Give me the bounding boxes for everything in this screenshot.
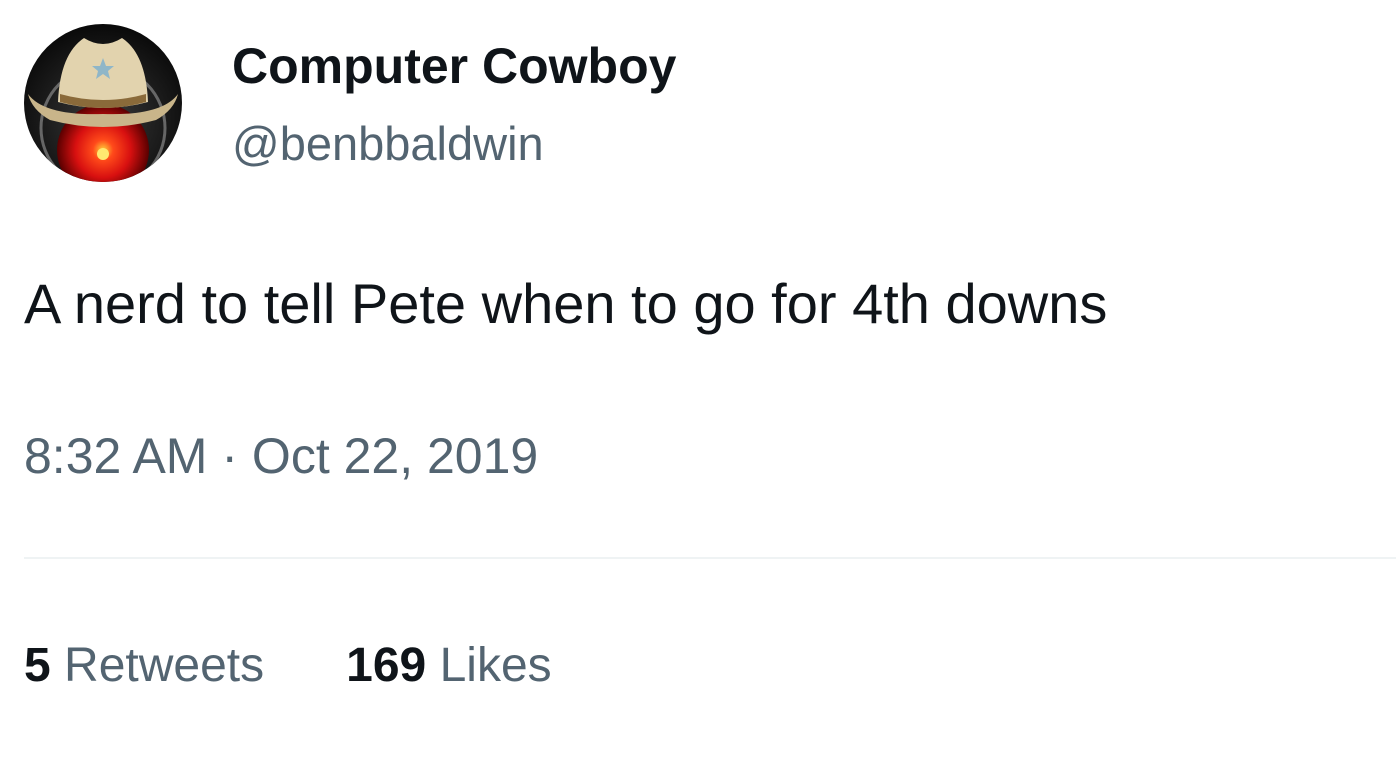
likes-stat[interactable]: 169 Likes	[346, 634, 552, 698]
tweet-text: A nerd to tell Pete when to go for 4th d…	[24, 272, 1108, 335]
stats-divider	[24, 557, 1396, 559]
retweets-stat[interactable]: 5 Retweets	[24, 634, 264, 698]
cowboy-hat-avatar-icon	[24, 24, 182, 182]
tweet-card: Computer Cowboy @benbbaldwin A nerd to t…	[0, 0, 1396, 758]
tweet-stats: 5 Retweets 169 Likes	[24, 634, 552, 698]
tweet-date[interactable]: Oct 22, 2019	[252, 428, 538, 484]
retweets-label: Retweets	[64, 639, 265, 692]
tweet-timestamp: 8:32 AM · Oct 22, 2019	[24, 422, 538, 490]
author-handle[interactable]: @benbbaldwin	[232, 112, 544, 176]
author-avatar[interactable]	[24, 24, 182, 182]
tweet-time[interactable]: 8:32 AM	[24, 428, 207, 484]
retweets-count: 5	[24, 639, 51, 692]
timestamp-separator: ·	[221, 428, 239, 484]
likes-label: Likes	[439, 639, 552, 692]
likes-count: 169	[346, 639, 427, 692]
author-name[interactable]: Computer Cowboy	[232, 34, 676, 98]
